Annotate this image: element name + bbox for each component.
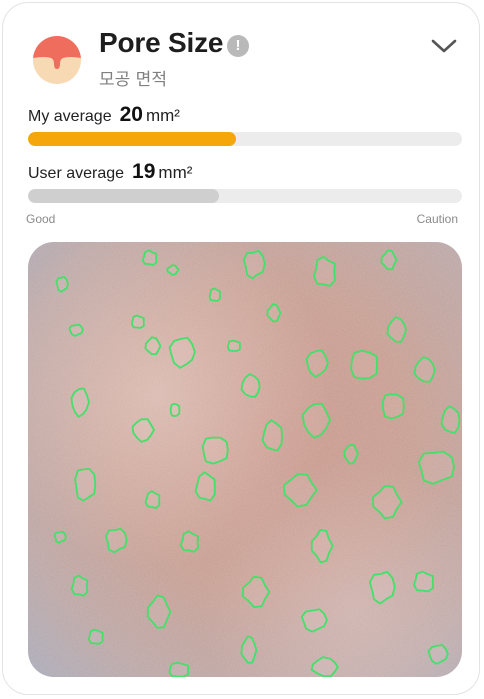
pore-outline <box>194 471 216 502</box>
skin-pore-icon <box>33 36 81 84</box>
my-average-row: My average 20 mm² <box>28 103 180 127</box>
user-average-bar <box>28 189 462 203</box>
pore-outline <box>74 467 97 502</box>
pore-outline <box>226 339 241 352</box>
user-average-label: User average <box>28 165 125 182</box>
pore-outline <box>350 349 378 380</box>
user-average-row: User average 19 mm² <box>28 160 192 184</box>
pore-outline <box>70 574 89 597</box>
my-average-bar-fill <box>28 132 237 146</box>
page-subtitle: 모공 면적 <box>99 70 167 90</box>
pore-outline <box>169 402 181 418</box>
pore-outline <box>141 249 158 266</box>
pore-outline <box>53 530 67 544</box>
user-average-unit: mm² <box>158 163 193 182</box>
my-average-label: My average <box>28 108 112 125</box>
pore-outline <box>381 393 405 420</box>
pore-outline <box>179 530 200 553</box>
my-average-value: 20 <box>119 103 143 126</box>
pore-outline <box>130 314 145 329</box>
pore-outline <box>87 628 104 645</box>
page-title: Pore Size <box>99 27 224 58</box>
user-average-value: 19 <box>132 160 156 183</box>
pore-size-card: Pore Size ! 모공 면적 My average 20 mm² User… <box>2 2 480 695</box>
pore-outline <box>201 436 229 465</box>
skin-analysis-image <box>28 242 462 677</box>
my-average-bar <box>28 132 462 146</box>
pore-outline <box>413 570 435 593</box>
pore-outline <box>208 287 221 302</box>
scale-label-good: Good <box>26 212 56 226</box>
chevron-down-icon[interactable] <box>431 37 457 55</box>
user-average-bar-fill <box>28 189 219 203</box>
pore-outline <box>68 323 84 337</box>
pore-outline <box>168 661 190 677</box>
pore-outline <box>144 490 161 509</box>
info-icon[interactable]: ! <box>227 35 249 57</box>
scale-label-caution: Caution <box>416 212 458 226</box>
my-average-unit: mm² <box>145 106 180 125</box>
